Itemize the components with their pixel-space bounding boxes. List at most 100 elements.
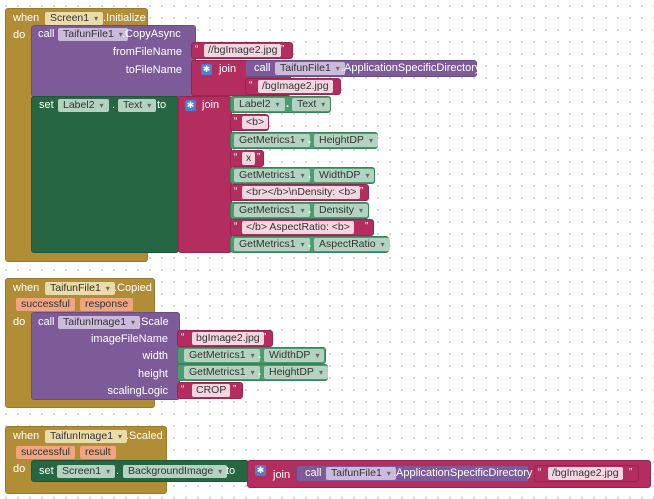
gear-icon[interactable]: ✱ <box>255 465 266 476</box>
component-dropdown-taifunfile1[interactable]: TaifunFile1 <box>45 282 115 295</box>
set-label2-text-block[interactable]: set Label2 . Text to <box>31 96 179 253</box>
text-value[interactable]: //bgImage2.jpg <box>204 44 282 57</box>
quote-icon: “ <box>195 44 199 55</box>
quote-icon: “ <box>181 332 185 343</box>
component-dropdown-taifunimage1[interactable]: TaifunImage1 <box>45 430 128 443</box>
join-block-label-text[interactable]: ✱ join <box>178 96 232 253</box>
component-dropdown-getmetrics1[interactable]: GetMetrics1 <box>184 366 260 379</box>
component-dropdown-getmetrics1[interactable]: GetMetrics1 <box>234 134 310 147</box>
getter-getmetrics1-heightdp[interactable]: GetMetrics1 . HeightDP <box>230 132 378 149</box>
getter-getmetrics1-aspectratio[interactable]: GetMetrics1 . AspectRatio <box>230 236 390 253</box>
call-applicationspecificdirectory[interactable]: call TaifunFile1 .ApplicationSpecificDir… <box>296 465 533 482</box>
text-value[interactable]: bgImage2.jpg <box>192 332 264 345</box>
property-dropdown-backgroundimage[interactable]: BackgroundImage <box>123 465 228 478</box>
property-dropdown-text[interactable]: Text <box>292 98 331 111</box>
call-label: call <box>38 316 55 328</box>
dot-label: . <box>112 99 116 111</box>
text-value[interactable]: x <box>242 152 256 165</box>
param-width: width <box>142 350 168 362</box>
param-response[interactable]: response <box>80 298 134 311</box>
join-label: join <box>273 469 291 481</box>
text-block-imagefilename[interactable]: “ bgImage2.jpg ” <box>177 330 273 347</box>
property-name: .ApplicationSpecificDirectory <box>393 467 533 479</box>
component-dropdown-label2[interactable]: Label2 <box>234 98 285 111</box>
property-dropdown-density[interactable]: Density <box>314 204 369 217</box>
text-value[interactable]: </b> AspectRatio: <b> <box>242 221 354 234</box>
property-dropdown-heightdp[interactable]: HeightDP <box>264 366 328 379</box>
set-screen1-backgroundimage-block[interactable]: set Screen1 . BackgroundImage to <box>31 460 249 482</box>
join-label: join <box>219 63 237 75</box>
component-dropdown-taifunfile1[interactable]: TaifunFile1 <box>58 28 128 41</box>
when-label: when <box>13 12 40 24</box>
dot-label: . <box>308 134 312 146</box>
text-value[interactable]: /bgImage2.jpg <box>258 80 333 93</box>
component-dropdown-screen1[interactable]: Screen1 <box>57 465 116 478</box>
text-block-tofilename[interactable]: “ /bgImage2.jpg ” <box>245 78 341 95</box>
text-block-b-open[interactable]: “ <b> ” <box>230 114 269 131</box>
param-result[interactable]: result <box>80 446 116 459</box>
component-dropdown-screen1[interactable]: Screen1 <box>45 12 104 25</box>
gear-icon[interactable]: ✱ <box>201 64 212 75</box>
param-tofilename: toFileName <box>125 64 182 76</box>
component-dropdown-taifunimage1[interactable]: TaifunImage1 <box>58 316 141 329</box>
property-dropdown-widthdp[interactable]: WidthDP <box>314 169 375 182</box>
quote-icon: ” <box>330 80 334 91</box>
text-block-fromfilename[interactable]: “ //bgImage2.jpg ” <box>191 42 293 59</box>
getter-label2-text[interactable]: Label2 . Text <box>230 96 331 113</box>
param-successful[interactable]: successful <box>16 446 76 459</box>
property-dropdown-text[interactable]: Text <box>118 99 157 112</box>
quote-icon: “ <box>249 80 253 91</box>
component-dropdown-getmetrics1[interactable]: GetMetrics1 <box>234 238 310 251</box>
event-name: .Copied <box>114 282 152 294</box>
param-height: height <box>138 368 168 380</box>
text-value[interactable]: CROP <box>192 384 231 397</box>
getter-getmetrics1-widthdp[interactable]: GetMetrics1 . WidthDP <box>230 167 375 184</box>
quote-icon: “ <box>234 221 238 232</box>
to-label: to <box>226 465 236 477</box>
dot-label: . <box>116 465 120 477</box>
param-successful[interactable]: successful <box>16 298 76 311</box>
text-value[interactable]: /bgImage2.jpg <box>548 467 623 480</box>
quote-icon: ” <box>360 186 364 197</box>
do-label: do <box>13 463 26 475</box>
set-label: set <box>39 465 54 477</box>
param-scalinglogic: scalingLogic <box>107 385 168 397</box>
component-dropdown-getmetrics1[interactable]: GetMetrics1 <box>234 204 310 217</box>
event-name: .Scaled <box>126 430 163 442</box>
quote-icon: “ <box>234 116 238 127</box>
call-applicationspecificdirectory[interactable]: call TaifunFile1 .ApplicationSpecificDir… <box>245 60 480 77</box>
text-block-aspectratio[interactable]: “ </b> AspectRatio: <b> ” <box>230 219 374 236</box>
quote-icon: ” <box>263 116 267 127</box>
gear-icon[interactable]: ✱ <box>185 100 196 111</box>
text-block-br-density[interactable]: “ <br></b>\nDensity: <b> ” <box>230 184 369 201</box>
getter-getmetrics1-density[interactable]: GetMetrics1 . Density <box>230 202 369 219</box>
getter-getmetrics1-widthdp[interactable]: GetMetrics1 . WidthDP <box>177 347 326 364</box>
dot-label: . <box>308 238 312 250</box>
property-dropdown-aspectratio[interactable]: AspectRatio <box>314 238 390 251</box>
call-copyasync-block[interactable]: call TaifunFile1 .CopyAsync fromFileName… <box>31 25 196 97</box>
component-dropdown-getmetrics1[interactable]: GetMetrics1 <box>184 349 260 362</box>
component-dropdown-taifunfile1[interactable]: TaifunFile1 <box>275 62 345 75</box>
call-scale-block[interactable]: call TaifunImage1 .Scale imageFileName w… <box>31 312 180 400</box>
property-dropdown-widthdp[interactable]: WidthDP <box>264 349 325 362</box>
method-name: .CopyAsync <box>122 28 181 40</box>
quote-icon: ” <box>257 152 261 163</box>
dot-label: . <box>308 169 312 181</box>
quote-icon: “ <box>234 152 238 163</box>
quote-icon: ” <box>365 221 369 232</box>
to-label: to <box>157 99 167 111</box>
text-block-scalinglogic[interactable]: “ CROP ” <box>177 382 243 399</box>
text-block-x[interactable]: “ x ” <box>230 150 264 167</box>
quote-icon: ” <box>629 467 633 478</box>
join-label: join <box>202 99 220 111</box>
property-dropdown-heightdp[interactable]: HeightDP <box>314 134 378 147</box>
component-dropdown-getmetrics1[interactable]: GetMetrics1 <box>234 169 310 182</box>
text-value[interactable]: <br></b>\nDensity: <b> <box>242 186 361 199</box>
component-dropdown-label2[interactable]: Label2 <box>58 99 109 112</box>
getter-getmetrics1-heightdp[interactable]: GetMetrics1 . HeightDP <box>177 364 328 381</box>
component-dropdown-taifunfile1[interactable]: TaifunFile1 <box>326 467 396 480</box>
call-label: call <box>38 28 55 40</box>
param-imagefilename: imageFileName <box>90 333 168 345</box>
text-block-backgroundimage[interactable]: “ /bgImage2.jpg ” <box>534 465 639 482</box>
dot-label: . <box>308 204 312 216</box>
